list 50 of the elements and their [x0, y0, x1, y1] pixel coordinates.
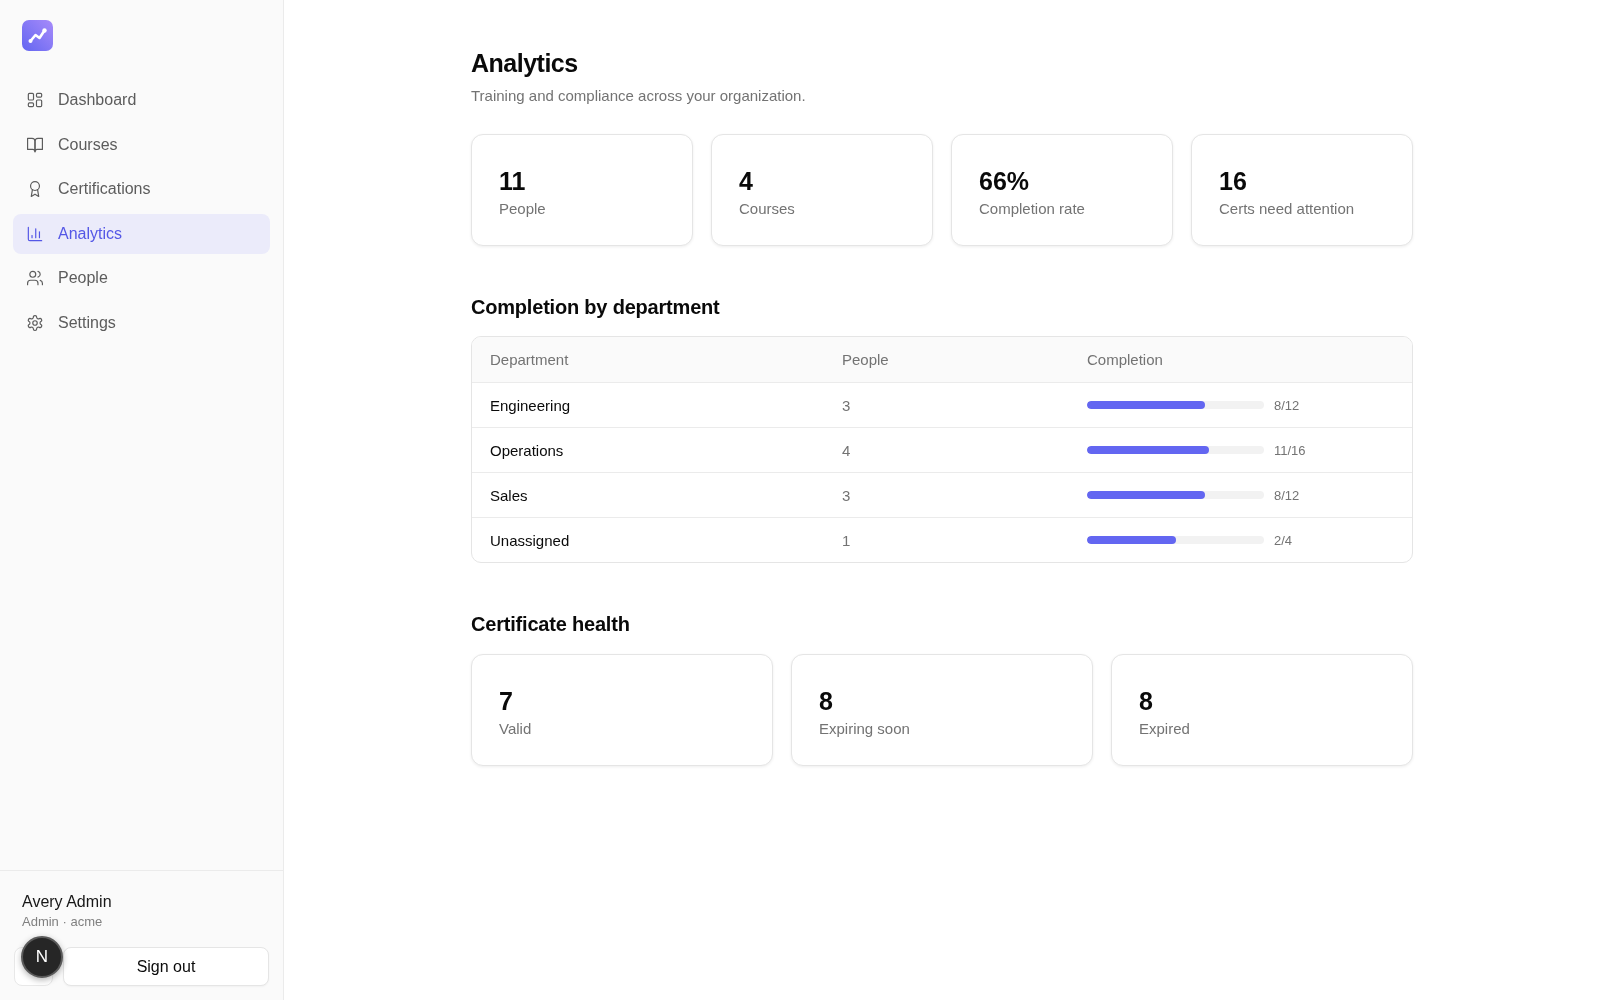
- progress-reading: 11/16: [1274, 442, 1306, 458]
- stat-value: 11: [499, 166, 526, 197]
- progress-reading: 8/12: [1274, 397, 1300, 413]
- nav-item[interactable]: Settings: [13, 302, 270, 343]
- stat-label: Valid: [499, 719, 532, 739]
- stat-label: Expired: [1139, 719, 1190, 739]
- stat-value: 8: [819, 686, 833, 717]
- stat-value: 66%: [979, 166, 1030, 197]
- stat-value: 8: [1139, 686, 1153, 717]
- table-cell: Unassigned: [490, 531, 570, 549]
- table-cell: 3: [842, 396, 851, 414]
- table-cell: Operations: [490, 441, 564, 459]
- book-icon: [27, 136, 43, 153]
- dev-tools-button[interactable]: N: [21, 936, 63, 978]
- users-icon: [27, 270, 43, 286]
- column-header: Department: [490, 351, 569, 368]
- stat-label: Courses: [739, 199, 795, 219]
- line-chart-logo-icon: [22, 20, 53, 51]
- settings-icon: [27, 314, 43, 331]
- stat-value: 4: [739, 166, 753, 197]
- stat-label: People: [499, 199, 546, 219]
- nav-item[interactable]: People: [13, 258, 270, 298]
- nav-item[interactable]: Dashboard: [13, 80, 270, 120]
- sign-out-button[interactable]: Sign out: [63, 947, 269, 986]
- table-cell: Engineering: [490, 396, 571, 414]
- stat-value: 7: [499, 686, 513, 717]
- bar-chart-icon: [27, 225, 43, 242]
- stat-label: Completion rate: [979, 199, 1085, 219]
- stat-label: Expiring soon: [819, 719, 910, 739]
- page-title: Analytics: [471, 48, 578, 79]
- table-cell: Sales: [490, 486, 528, 504]
- grid-icon: [27, 92, 43, 108]
- page-subtitle: Training and compliance across your organization.: [471, 86, 806, 106]
- user-name: Avery Admin: [22, 892, 112, 912]
- table-cell: 4: [842, 441, 851, 459]
- stat-value: 16: [1219, 166, 1247, 197]
- nav-item[interactable]: Courses: [13, 124, 270, 165]
- nav-item[interactable]: Analytics: [13, 213, 270, 254]
- stat-label: Certs need attention: [1219, 199, 1355, 219]
- user-role: Admin · acme: [22, 913, 103, 931]
- column-header: People: [842, 351, 889, 368]
- section-title: Certificate health: [471, 612, 630, 637]
- award-icon: [27, 181, 43, 197]
- progress-reading: 2/4: [1274, 532, 1293, 548]
- progress-reading: 8/12: [1274, 487, 1300, 503]
- section-title: Completion by department: [471, 295, 720, 320]
- table-cell: 3: [842, 486, 851, 504]
- table-cell: 1: [842, 531, 851, 549]
- column-header: Completion: [1087, 351, 1163, 368]
- nav-item[interactable]: Certifications: [13, 169, 270, 209]
